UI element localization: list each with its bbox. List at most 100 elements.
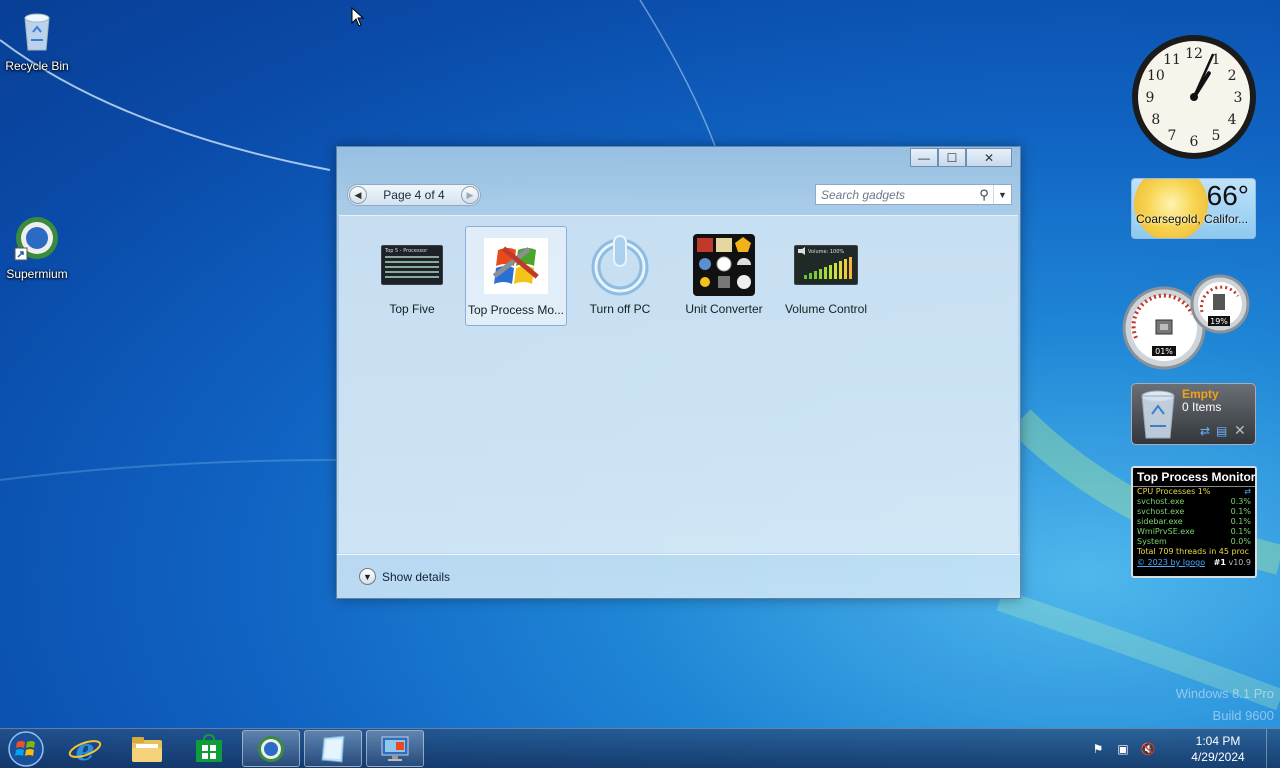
start-button[interactable] <box>6 731 46 767</box>
taskbar-supermium[interactable] <box>242 730 300 767</box>
volume-control-icon: Volume: 100% <box>794 234 858 296</box>
os-watermark-build: Build 9600 <box>1212 708 1274 723</box>
gadget-unit-converter[interactable]: Unit Converter <box>673 226 775 326</box>
maximize-button[interactable]: ☐ <box>938 148 966 167</box>
cpu-meter-gadget[interactable]: 01% 19% <box>1122 274 1250 370</box>
tpm-total-line: Total 709 threads in 45 proc <box>1133 547 1255 557</box>
desktop-icon-supermium[interactable]: Supermium <box>0 214 74 281</box>
network-icon[interactable]: ▣ <box>1112 740 1134 758</box>
clock-gadget[interactable]: 12 1234567891011 <box>1130 33 1258 161</box>
refresh-icon[interactable]: ⇄ <box>1244 487 1251 497</box>
chevron-down-icon[interactable]: ▼ <box>993 185 1011 204</box>
tpm-process-name: System <box>1137 537 1167 546</box>
empty-bin-icon[interactable]: ✕ <box>1234 422 1246 439</box>
volume-text: Volume: 100% <box>808 249 844 255</box>
gadget-volume-control[interactable]: Volume: 100% Volume Control <box>775 226 877 326</box>
open-bin-icon[interactable]: ▤ <box>1216 424 1227 438</box>
taskbar-date: 4/29/2024 <box>1191 750 1245 764</box>
tpm-rank: #1 <box>1213 558 1226 567</box>
internet-explorer-icon: e <box>68 733 102 765</box>
tpm-version: v10.9 <box>1228 558 1251 567</box>
sun-icon <box>1134 179 1208 238</box>
gadget-gallery: Top 5 - Processor Top Five Top Process M… <box>339 215 1018 553</box>
action-center-flag-icon[interactable]: ⚑ <box>1087 740 1109 758</box>
tpm-title: Top Process Monitor <box>1133 468 1255 487</box>
tpm-process-name: svchost.exe <box>1137 497 1185 506</box>
clock-numeral: 7 <box>1168 128 1177 144</box>
supermium-icon <box>258 735 284 762</box>
top-five-title: Top 5 - Processor <box>384 248 428 254</box>
tpm-process-name: svchost.exe <box>1137 507 1185 516</box>
top-process-monitor-gadget[interactable]: Top Process Monitor CPU Processes 1% ⇄ sv… <box>1131 466 1257 578</box>
desktop-icon-recycle-bin[interactable]: Recycle Bin <box>0 6 74 73</box>
gadget-top-five[interactable]: Top 5 - Processor Top Five <box>361 226 463 326</box>
search-gadgets-box[interactable]: Search gadgets ⚲ ▼ <box>815 184 1012 205</box>
system-tray: ⚑ ▣ 🔇 1:04 PM 4/29/2024 <box>1087 729 1280 768</box>
gadget-turn-off-pc[interactable]: Turn off PC <box>569 226 671 326</box>
desktop-icon-label: Recycle Bin <box>5 59 69 73</box>
taskbar-gadget-gallery[interactable] <box>304 730 362 767</box>
desktop-icon-label: Supermium <box>6 267 68 281</box>
gadget-label: Unit Converter <box>685 302 763 316</box>
taskbar-clock[interactable]: 1:04 PM 4/29/2024 <box>1176 733 1260 765</box>
mouse-cursor-icon <box>351 7 365 27</box>
taskbar-time: 1:04 PM <box>1195 734 1241 748</box>
tpm-cpu-label: CPU Processes 1% <box>1137 487 1211 496</box>
tpm-process-row: sidebar.exe 0.1% <box>1133 517 1255 527</box>
weather-location: Coarsegold, Califor... <box>1136 212 1249 226</box>
clock-numeral: 12 <box>1185 46 1203 62</box>
tpm-process-row: svchost.exe 0.1% <box>1133 507 1255 517</box>
os-watermark-edition: Windows 8.1 Pro <box>1175 686 1274 701</box>
chevron-down-icon: ▼ <box>359 568 376 585</box>
tpm-process-value: 0.1% <box>1230 517 1251 526</box>
search-input[interactable]: Search gadgets <box>816 188 975 202</box>
taskbar-file-explorer[interactable] <box>118 730 176 767</box>
tpm-total-text: Total 709 threads in 45 proc <box>1137 547 1250 556</box>
show-desktop-button[interactable] <box>1266 729 1280 768</box>
volume-muted-icon[interactable]: 🔇 <box>1137 740 1159 758</box>
folder-icon <box>132 736 162 762</box>
show-details-button[interactable]: ▼ Show details <box>337 554 1020 598</box>
tpm-process-name: sidebar.exe <box>1137 517 1183 526</box>
previous-page-button[interactable]: ◀ <box>349 186 367 204</box>
recycle-bin-icon <box>24 13 50 51</box>
window-controls: — ☐ ✕ <box>910 148 1012 167</box>
unit-converter-icon <box>692 234 756 296</box>
taskbar-remote-desktop[interactable] <box>366 730 424 767</box>
recycle-bin-gadget[interactable]: Empty 0 Items ⇄ ▤ ✕ <box>1131 383 1256 445</box>
weather-gadget[interactable]: 66° Coarsegold, Califor... <box>1131 178 1256 239</box>
gadget-label: Volume Control <box>784 302 868 316</box>
tpm-process-value: 0.1% <box>1230 507 1251 516</box>
tpm-cpu-line: CPU Processes 1% ⇄ <box>1133 487 1255 497</box>
tpm-process-value: 0.1% <box>1230 527 1251 536</box>
tools-windows-logo-icon <box>484 235 548 297</box>
weather-temperature: 66° <box>1206 180 1249 211</box>
next-page-button[interactable]: ▶ <box>460 186 479 204</box>
clock-numeral: 4 <box>1228 112 1237 128</box>
search-icon[interactable]: ⚲ <box>975 187 993 203</box>
recycle-item-count: 0 Items <box>1182 400 1222 414</box>
tpm-process-row: svchost.exe 0.3% <box>1133 497 1255 507</box>
store-icon <box>196 733 222 762</box>
tpm-author-link[interactable]: © 2023 by Igogo <box>1137 557 1205 568</box>
clock-numeral: 5 <box>1212 128 1221 144</box>
gadget-top-process-monitor[interactable]: Top Process Mo... <box>465 226 567 326</box>
gadget-label: Top Process Mo... <box>467 303 565 317</box>
power-icon <box>588 234 652 296</box>
minimize-icon: — <box>918 150 930 165</box>
clock-numeral: 10 <box>1147 68 1165 84</box>
close-button[interactable]: ✕ <box>966 148 1012 167</box>
monitor-icon <box>381 736 409 761</box>
tpm-process-row: WmiPrvSE.exe 0.1% <box>1133 527 1255 537</box>
clock-numeral: 6 <box>1190 134 1199 150</box>
supermium-icon <box>14 217 58 261</box>
cpu-usage-value: 01% <box>1155 347 1173 356</box>
gadget-gallery-window: — ☐ ✕ ◀ Page 4 of 4 ▶ Search gadgets ⚲ ▼… <box>336 146 1021 599</box>
refresh-icon[interactable]: ⇄ <box>1200 424 1210 438</box>
clock-numeral: 9 <box>1146 90 1155 106</box>
taskbar-internet-explorer[interactable]: e <box>56 730 114 767</box>
svg-text:e: e <box>75 733 94 765</box>
tpm-process-value: 0.3% <box>1230 497 1251 506</box>
taskbar-store[interactable] <box>180 730 238 767</box>
minimize-button[interactable]: — <box>910 148 938 167</box>
